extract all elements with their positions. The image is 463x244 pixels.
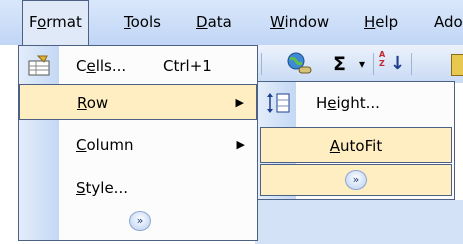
submenu-arrow-icon: ▶ (235, 96, 244, 109)
menu-window[interactable]: Window (264, 0, 335, 45)
autosum-button[interactable]: Σ (333, 52, 346, 76)
menu-item-label: Column (76, 136, 134, 154)
sort-arrow-icon: ↓ (390, 53, 406, 74)
toolbar-separator (411, 53, 412, 75)
submenu-arrow-icon: ▶ (236, 138, 245, 151)
menu-item-cells[interactable]: Cells... Ctrl+1 (19, 48, 257, 84)
autosum-dropdown[interactable]: ▾ (359, 52, 365, 76)
chevron-down-icon: ▾ (359, 57, 366, 71)
menu-item-row[interactable]: Row ▶ (19, 84, 257, 120)
expand-menu-icon[interactable]: » (345, 170, 367, 190)
menu-tools[interactable]: Tools (118, 0, 167, 45)
menu-data[interactable]: Data (190, 0, 238, 45)
menu-bar: Format Tools Data Window Help Ado (0, 0, 463, 45)
menu-item-autofit[interactable]: AutoFit (260, 127, 452, 163)
toolbar-separator (261, 53, 262, 75)
menu-item-label: Row (77, 94, 109, 112)
format-menu: Cells... Ctrl+1 Row ▶ Column ▶ Style... … (18, 45, 258, 241)
menu-item-label: Cells... (76, 57, 127, 75)
menu-addins[interactable]: Ado (428, 0, 463, 45)
sort-az-icon: A Z (379, 50, 386, 68)
menu-format-label: Format (29, 13, 82, 31)
menu-item-height[interactable]: Height... (260, 85, 452, 121)
menu-item-column[interactable]: Column ▶ (19, 127, 257, 163)
menu-item-shortcut: Ctrl+1 (163, 57, 212, 75)
sort-ascending-button[interactable]: A Z ↓ (379, 50, 406, 76)
menu-item-label: Height... (316, 94, 380, 112)
hyperlink-icon[interactable] (285, 51, 315, 77)
row-submenu: Height... AutoFit » (257, 81, 455, 200)
menu-item-style[interactable]: Style... (19, 170, 257, 206)
menu-format[interactable]: Format (22, 0, 89, 45)
menu-item-label: AutoFit (329, 137, 383, 155)
toolbar: Σ ▾ A Z ↓ (255, 45, 463, 83)
toolbar-separator (373, 53, 374, 75)
chart-wizard-icon[interactable] (451, 54, 463, 76)
expand-menu-icon[interactable]: » (129, 211, 151, 231)
sigma-icon: Σ (333, 53, 346, 75)
menu-expand-row[interactable]: » (260, 164, 452, 196)
row-height-icon (266, 92, 292, 114)
menu-help[interactable]: Help (358, 0, 404, 45)
format-cells-icon (27, 55, 51, 77)
menu-item-label: Style... (76, 179, 128, 197)
workspace-background (255, 200, 463, 244)
